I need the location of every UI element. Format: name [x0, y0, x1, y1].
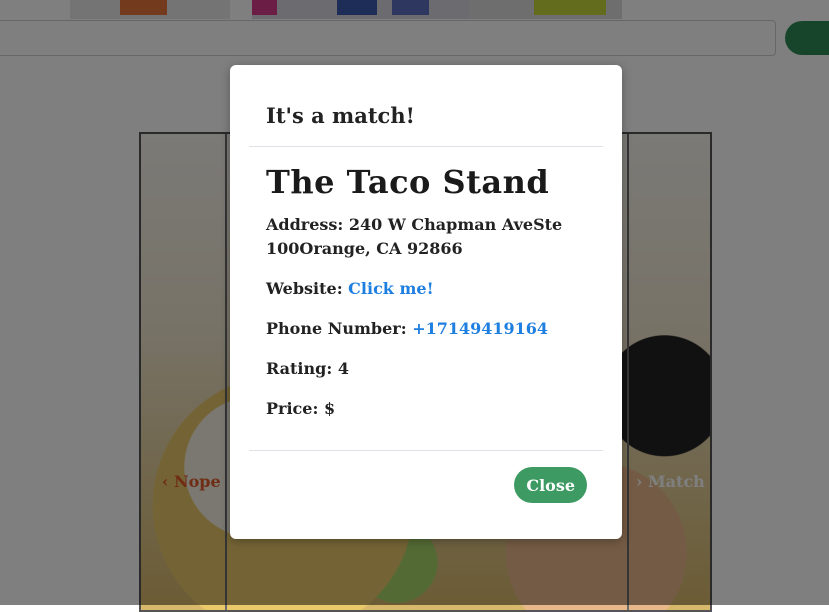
website-label: Website: — [266, 279, 343, 298]
price-row: Price: $ — [266, 397, 586, 421]
modal-body: The Taco Stand Address: 240 W Chapman Av… — [230, 147, 622, 421]
rating-value: 4 — [337, 359, 349, 378]
modal-title: It's a match! — [266, 103, 415, 128]
rating-label: Rating: — [266, 359, 333, 378]
rating-row: Rating: 4 — [266, 357, 586, 381]
modal-footer: Close — [249, 450, 603, 540]
price-label: Price: — [266, 399, 319, 418]
business-name: The Taco Stand — [266, 163, 550, 201]
phone-row: Phone Number: +17149419164 — [266, 317, 586, 341]
address-row: Address: 240 W Chapman AveSte 100Orange,… — [266, 213, 586, 261]
website-row: Website: Click me! — [266, 277, 586, 301]
close-button[interactable]: Close — [514, 467, 587, 503]
phone-label: Phone Number: — [266, 319, 407, 338]
website-link[interactable]: Click me! — [348, 279, 433, 298]
modal-header: It's a match! — [249, 65, 603, 147]
phone-link[interactable]: +17149419164 — [412, 319, 548, 338]
match-dialog: It's a match! The Taco Stand Address: 24… — [230, 65, 622, 539]
address-label: Address: — [266, 215, 344, 234]
price-value: $ — [323, 399, 336, 418]
